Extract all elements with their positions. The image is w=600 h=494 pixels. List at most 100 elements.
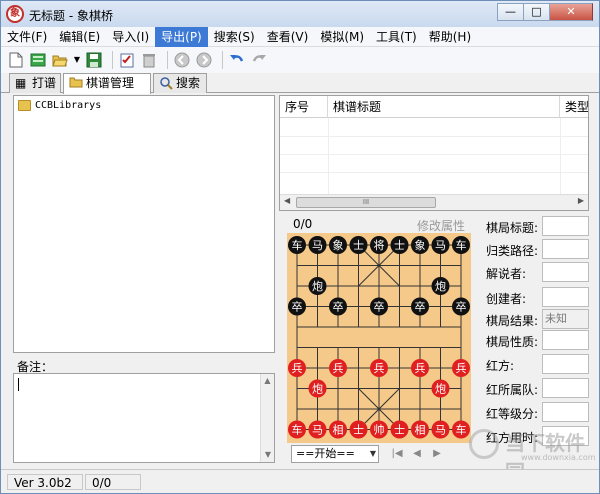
properties-icon[interactable]	[118, 51, 136, 69]
chess-piece[interactable]: 兵	[370, 359, 388, 377]
piece-label: 马	[312, 424, 323, 437]
chess-piece[interactable]: 车	[288, 236, 306, 254]
scroll-left-icon[interactable]: ◀	[284, 196, 290, 205]
column-header-index[interactable]: 序号	[280, 96, 328, 118]
menu-edit[interactable]: 编辑(E)	[53, 27, 106, 47]
menu-file[interactable]: 文件(F)	[1, 27, 53, 47]
undo-icon[interactable]	[228, 51, 246, 69]
first-move-icon[interactable]: |◀	[387, 445, 407, 463]
prop-red-rating-field[interactable]	[542, 402, 589, 422]
chess-piece[interactable]: 卒	[329, 297, 347, 316]
scroll-right-icon[interactable]: ▶	[578, 196, 584, 205]
chess-piece[interactable]: 卒	[411, 297, 429, 316]
grid-line	[280, 136, 588, 137]
delete-icon[interactable]	[140, 51, 158, 69]
tab-label: 棋谱管理	[86, 76, 135, 90]
chess-piece[interactable]: 兵	[452, 359, 470, 377]
chess-piece[interactable]: 卒	[370, 297, 388, 316]
chess-piece[interactable]: 卒	[288, 297, 306, 316]
table-hscrollbar[interactable]: ◀ III ▶	[280, 194, 588, 210]
prop-commentator-field[interactable]	[542, 262, 589, 282]
chess-piece[interactable]: 车	[452, 420, 470, 439]
piece-label: 车	[456, 238, 467, 252]
edit-properties-link[interactable]: 修改属性	[417, 217, 465, 234]
chess-piece[interactable]: 兵	[288, 359, 306, 377]
chess-piece[interactable]: 兵	[411, 359, 429, 377]
prop-red-time-field[interactable]	[542, 426, 589, 446]
properties-scrollbar[interactable]	[589, 213, 597, 467]
forward-icon[interactable]	[195, 51, 213, 69]
tab-search[interactable]: 搜索	[153, 73, 207, 93]
close-button[interactable]: ✕	[549, 3, 593, 21]
chess-piece[interactable]: 车	[288, 420, 306, 439]
notes-scrollbar[interactable]: ▲ ▼	[260, 374, 274, 462]
chess-piece[interactable]: 士	[390, 236, 409, 254]
chess-piece[interactable]: 炮	[308, 379, 327, 398]
chess-piece[interactable]: 象	[329, 236, 347, 254]
column-header-title[interactable]: 棋谱标题	[328, 96, 560, 118]
menu-help[interactable]: 帮助(H)	[423, 27, 477, 47]
new-doc-icon[interactable]	[7, 51, 25, 69]
chess-piece[interactable]: 士	[349, 420, 368, 439]
menu-import[interactable]: 导入(I)	[106, 27, 155, 47]
menu-export[interactable]: 导出(P)	[155, 26, 208, 47]
status-version: Ver 3.0b2	[7, 474, 83, 490]
chess-piece[interactable]: 帅	[370, 420, 388, 439]
prop-creator-field[interactable]	[542, 287, 589, 307]
chess-piece[interactable]: 相	[329, 420, 347, 439]
chess-piece[interactable]: 炮	[308, 277, 327, 295]
chess-piece[interactable]: 兵	[329, 359, 347, 377]
chess-piece[interactable]: 车	[452, 236, 470, 254]
open-folder-icon[interactable]	[51, 51, 69, 69]
prop-red-team-field[interactable]	[542, 378, 589, 398]
games-table[interactable]: 序号 棋谱标题 类型 ◀ III ▶	[279, 95, 589, 211]
move-select-value: ==开始==	[296, 447, 355, 460]
move-counter: 0/0	[293, 217, 313, 231]
minimize-button[interactable]: —	[497, 3, 523, 21]
maximize-button[interactable]: □	[523, 3, 549, 21]
menu-tools[interactable]: 工具(T)	[370, 27, 423, 47]
chess-piece[interactable]: 马	[308, 236, 327, 254]
piece-label: 车	[292, 423, 303, 437]
column-header-type[interactable]: 类型	[560, 96, 588, 118]
prop-title-field[interactable]	[542, 216, 589, 236]
chess-piece[interactable]: 士	[349, 236, 368, 254]
chess-piece[interactable]: 炮	[431, 379, 450, 398]
next-move-icon[interactable]: ▶	[427, 445, 447, 463]
menu-simulate[interactable]: 模拟(M)	[314, 27, 370, 47]
library-tree[interactable]: CCBLibrarys	[13, 95, 275, 353]
prop-category-field[interactable]	[542, 239, 589, 259]
back-icon[interactable]	[173, 51, 191, 69]
redo-icon[interactable]	[250, 51, 268, 69]
notes-textarea[interactable]: ▲ ▼	[13, 373, 275, 463]
chess-piece[interactable]: 士	[390, 420, 409, 439]
tab-play[interactable]: ▦ 打谱	[9, 73, 61, 93]
menu-view[interactable]: 查看(V)	[261, 27, 315, 47]
save-icon[interactable]	[85, 51, 103, 69]
prev-move-icon[interactable]: ◀	[407, 445, 427, 463]
chess-piece[interactable]: 卒	[452, 297, 470, 316]
chess-piece[interactable]: 马	[431, 420, 450, 439]
move-select[interactable]: ==开始== ▼	[291, 445, 379, 463]
prop-label: 棋局结果:	[486, 314, 539, 328]
chess-piece[interactable]: 象	[411, 236, 429, 254]
menu-search[interactable]: 搜索(S)	[208, 27, 261, 47]
chess-piece[interactable]: 马	[308, 420, 327, 439]
tab-library[interactable]: 棋谱管理	[63, 73, 151, 94]
book-icon[interactable]	[29, 51, 47, 69]
title-bar[interactable]: 象 无标题 - 象棋桥 — □ ✕	[1, 1, 599, 27]
tree-node-root[interactable]: CCBLibrarys	[18, 100, 101, 111]
chess-piece[interactable]: 炮	[431, 277, 450, 295]
prop-red-player-field[interactable]	[542, 354, 589, 374]
chess-piece[interactable]: 相	[411, 420, 429, 439]
chess-piece[interactable]: 将	[370, 236, 388, 254]
prop-result-field[interactable]: 未知	[542, 309, 589, 329]
scroll-thumb[interactable]: III	[296, 197, 436, 208]
prop-nature-field[interactable]	[542, 330, 589, 350]
scroll-up-icon[interactable]: ▲	[261, 374, 274, 388]
prop-label: 棋局标题:	[486, 221, 539, 235]
chess-board[interactable]: 车马象士将士象马车炮 炮卒卒卒卒卒兵兵兵兵兵炮 炮车马相士帅士相马车	[287, 233, 471, 443]
scroll-down-icon[interactable]: ▼	[261, 448, 275, 462]
chess-piece[interactable]: 马	[431, 236, 450, 254]
dropdown-arrow-icon[interactable]: ▼	[73, 51, 81, 69]
